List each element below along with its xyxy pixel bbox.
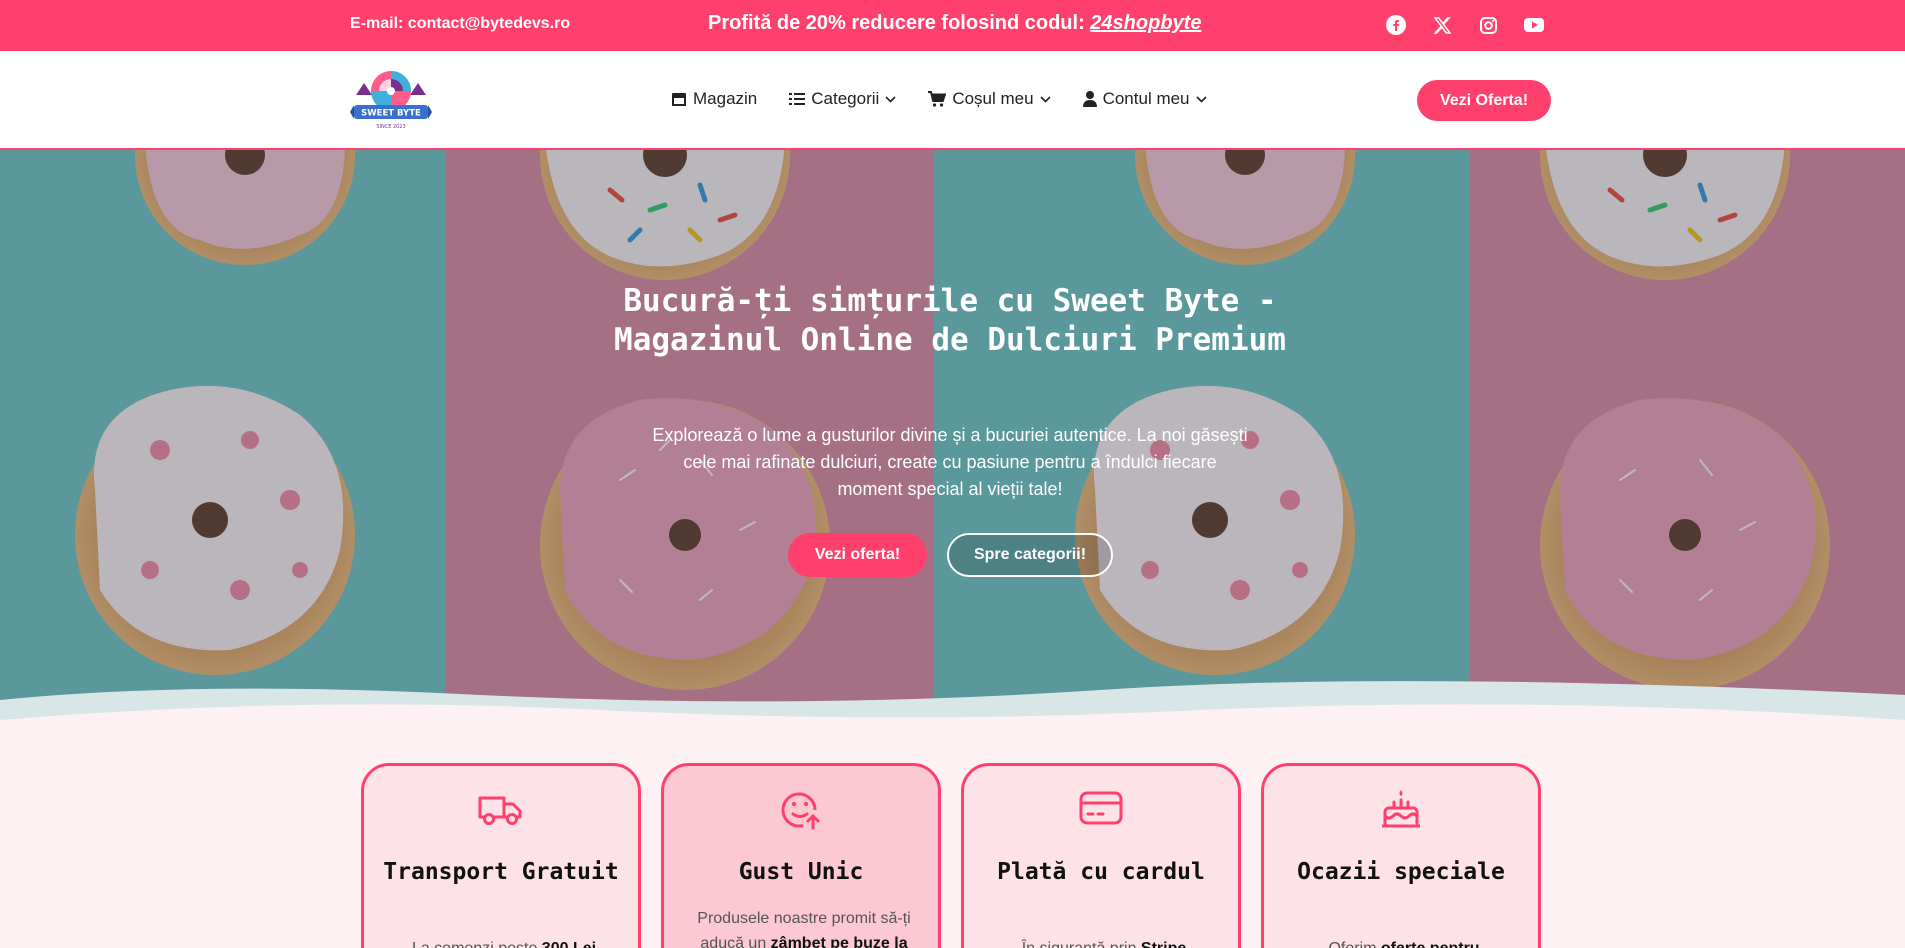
nav-label-magazin: Magazin	[693, 89, 758, 108]
nav-item-cos[interactable]: Coșul meu	[928, 89, 1051, 109]
nav-item-cont[interactable]: Contul meu	[1082, 89, 1207, 109]
contact-email[interactable]: E-mail: contact@bytedevs.ro	[350, 15, 570, 33]
main-nav: Magazin Categorii Coșul meu Contul meu	[671, 89, 1207, 109]
truck-icon	[478, 796, 522, 825]
feature-desc: În siguranță prin Stripe	[979, 936, 1229, 948]
top-bar: E-mail: contact@bytedevs.ro Profită de 2…	[0, 0, 1905, 51]
feature-card-plata: Plată cu cardul În siguranță prin Stripe	[961, 763, 1241, 948]
smile-icon	[781, 792, 820, 830]
feature-desc: Oferim oferte pentru	[1279, 936, 1529, 948]
chevron-down-icon	[1195, 95, 1207, 103]
facebook-icon[interactable]	[1384, 13, 1408, 37]
promo-text: Profită de 20% reducere folosind codul:	[708, 12, 1091, 34]
feature-desc: Produsele noastre promit să-ți aducă un …	[697, 910, 911, 948]
site-header: SWEET BYTE SINCE 2023 Magazin Categorii …	[0, 51, 1905, 150]
feature-card-gust: Gust Unic Produsele noastre promit să-ți…	[661, 763, 941, 948]
chevron-down-icon	[1040, 95, 1051, 103]
youtube-icon[interactable]	[1522, 13, 1546, 37]
x-icon[interactable]	[1430, 13, 1454, 37]
feature-title: Gust Unic	[738, 859, 864, 885]
instagram-icon[interactable]	[1476, 13, 1500, 37]
feature-title: Ocazii speciale	[1297, 859, 1505, 885]
hero-title: Bucură-ți simțurile cu Sweet Byte - Maga…	[614, 283, 1286, 358]
logo-tagline: SINCE 2023	[376, 124, 405, 130]
feature-title: Plată cu cardul	[997, 859, 1205, 885]
promo-banner: Profită de 20% reducere folosind codul: …	[708, 12, 1201, 35]
nav-label-cont: Contul meu	[1102, 89, 1190, 108]
hero-section: Bucură-ți simțurile cu Sweet Byte - Maga…	[0, 150, 1905, 735]
user-icon	[1082, 91, 1097, 107]
feature-card-transport: Transport Gratuit La comenzi peste 300 L…	[361, 763, 641, 948]
nav-item-magazin[interactable]: Magazin	[671, 89, 757, 109]
chevron-down-icon	[885, 95, 896, 103]
cart-icon	[928, 91, 947, 107]
hero-categories-button[interactable]: Spre categorii!	[947, 533, 1113, 577]
nav-item-categorii[interactable]: Categorii	[789, 89, 896, 109]
card-icon	[1079, 791, 1123, 825]
hero-subtitle: Explorează o lume a gusturilor divine și…	[652, 425, 1248, 499]
nav-label-categorii: Categorii	[811, 89, 880, 108]
feature-card-ocazii: Ocazii speciale Oferim oferte pentru	[1261, 763, 1541, 948]
store-icon	[672, 93, 686, 106]
feature-title: Transport Gratuit	[383, 859, 619, 885]
promo-code[interactable]: 24shopbyte	[1090, 12, 1201, 34]
sweet-byte-logo[interactable]: SWEET BYTE SINCE 2023	[350, 65, 432, 133]
nav-label-cos: Coșul meu	[952, 89, 1034, 108]
list-icon	[789, 93, 806, 105]
feature-desc: La comenzi peste 300 Lei	[379, 936, 629, 948]
cake-icon	[1382, 790, 1420, 828]
features-section: Transport Gratuit La comenzi peste 300 L…	[0, 735, 1905, 948]
view-offer-button[interactable]: Vezi Oferta!	[1417, 80, 1551, 121]
logo-text: SWEET BYTE	[361, 109, 421, 119]
hero-offer-button[interactable]: Vezi oferta!	[788, 533, 927, 577]
